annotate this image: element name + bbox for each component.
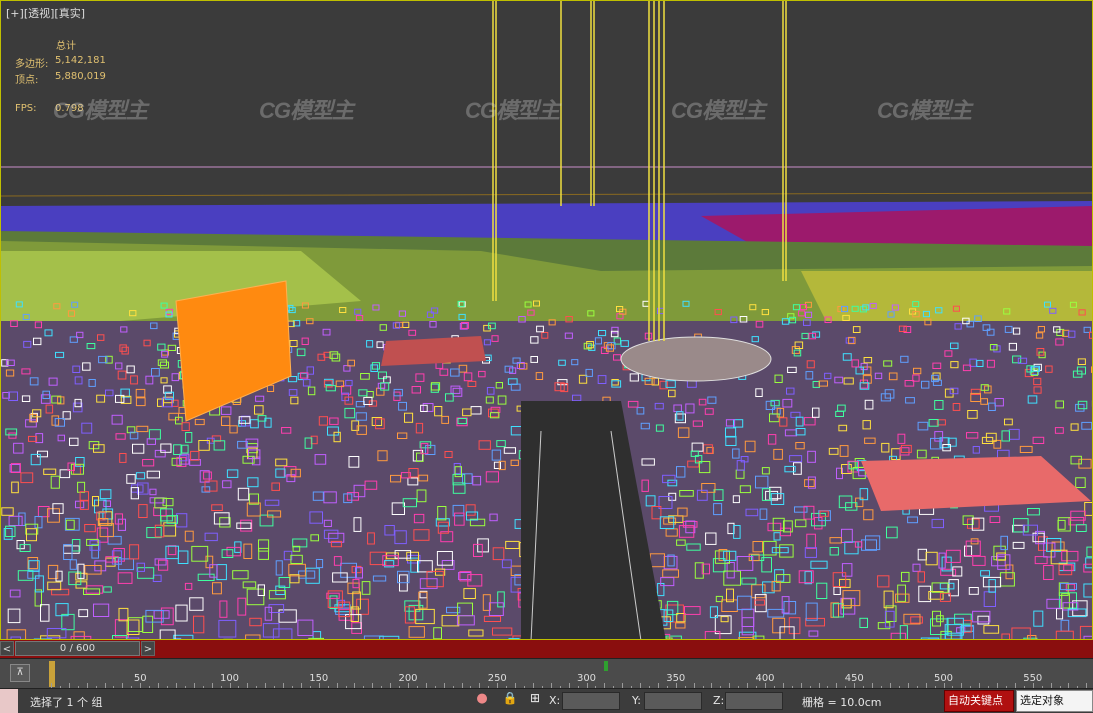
ruler-tick-label: 500 (934, 673, 953, 684)
y-coordinate-field[interactable] (644, 692, 702, 710)
ruler-tick-label: 300 (577, 673, 596, 684)
z-label: Z: (713, 694, 724, 707)
prev-frame-button[interactable]: < (0, 641, 14, 656)
z-coordinate-field[interactable] (725, 692, 783, 710)
stats-vertices-value: 5,880,019 (55, 71, 106, 82)
viewport-menu-plus[interactable]: [+] (6, 7, 24, 20)
ruler-tick-label: 50 (134, 673, 147, 684)
viewport-shading-mode[interactable]: [真实] (54, 7, 85, 20)
next-frame-button[interactable]: > (141, 641, 155, 656)
x-label: X: (549, 694, 560, 707)
stats-polygons-value: 5,142,181 (55, 55, 106, 66)
track-bar[interactable]: ⊼ 50 100 150 200 250 300 350 400 450 500 550 (0, 658, 1093, 689)
auto-key-button[interactable]: 自动关键点 (944, 690, 1014, 712)
grid-size-text: 栅格 = 10.0cm (802, 694, 881, 710)
ruler-tick-label: 400 (755, 673, 774, 684)
ruler-tick-label: 150 (309, 673, 328, 684)
maxscript-listener-icon[interactable] (0, 689, 18, 713)
ruler-tick-label: 100 (220, 673, 239, 684)
stats-vertices-label: 顶点: (15, 71, 38, 86)
watermark-logo: CG模型主 (671, 93, 765, 125)
perspective-viewport[interactable]: [+][透视][真实] 总计 多边形: 5,142,181 顶点: 5,880,… (0, 0, 1093, 640)
ruler-tick-label: 250 (488, 673, 507, 684)
stats-polygons-label: 多边形: (15, 55, 48, 70)
status-bar: 选择了 1 个 组 ● 🔒 ⊞ X: Y: Z: 栅格 = 10.0cm 自动关… (0, 688, 1093, 713)
ruler-tick-label: 350 (666, 673, 685, 684)
time-slider-thumb[interactable]: 0 / 600 (15, 641, 140, 656)
track-bar-menu-icon[interactable]: ⊼ (10, 664, 30, 682)
selection-status-text: 选择了 1 个 组 (30, 694, 103, 710)
viewport-label[interactable]: [+][透视][真实] (6, 5, 85, 21)
lock-icon[interactable]: 🔒 (500, 691, 520, 711)
ruler-tick-label: 550 (1023, 673, 1042, 684)
isolate-selection-icon[interactable]: ● (472, 691, 492, 711)
key-marker (604, 661, 608, 671)
transform-mode-icon[interactable]: ⊞ (525, 691, 545, 711)
stats-total-label: 总计 (56, 37, 76, 52)
watermark-logo: CG模型主 (53, 93, 147, 125)
ruler-tick-label: 200 (398, 673, 417, 684)
time-slider-bar[interactable]: < 0 / 600 > (0, 640, 1093, 658)
watermark-logo: CG模型主 (877, 93, 971, 125)
time-marker[interactable] (49, 661, 55, 687)
watermark-logo: CG模型主 (465, 93, 559, 125)
x-coordinate-field[interactable] (562, 692, 620, 710)
viewport-view-mode[interactable]: [透视] (24, 7, 55, 20)
selected-objects-dropdown[interactable]: 选定对象 (1016, 690, 1093, 712)
y-label: Y: (632, 694, 641, 707)
ruler-tick-label: 450 (845, 673, 864, 684)
watermark-logo: CG模型主 (259, 93, 353, 125)
stats-fps-label: FPS: (15, 103, 37, 114)
